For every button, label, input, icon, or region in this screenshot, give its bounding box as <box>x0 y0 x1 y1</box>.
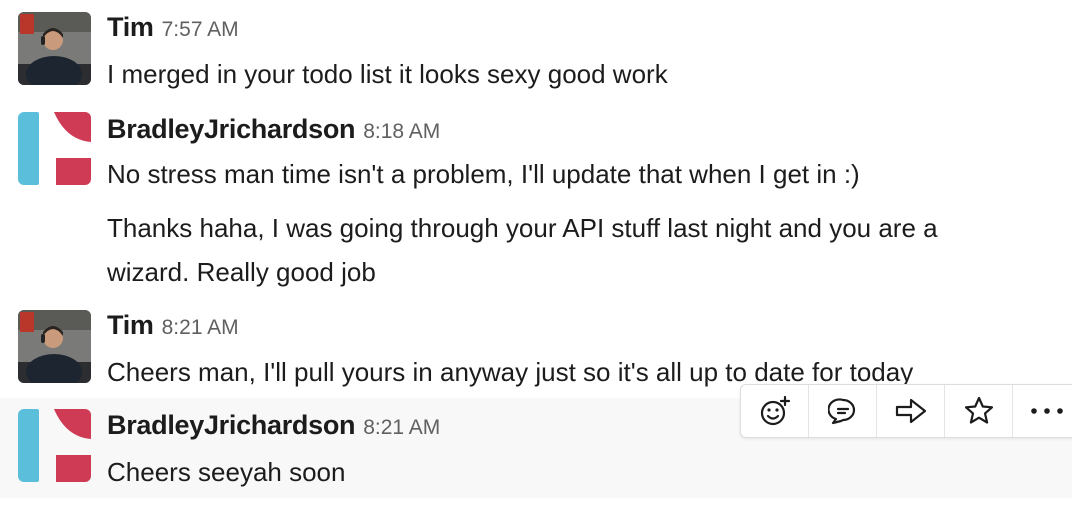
sender-name[interactable]: BradleyJrichardson <box>107 114 356 144</box>
share-message-button[interactable] <box>877 385 945 437</box>
more-actions-icon <box>1031 408 1063 414</box>
user-photo-icon <box>18 12 91 85</box>
avatar[interactable] <box>18 409 91 482</box>
user-logo-icon <box>18 112 91 185</box>
message-item[interactable]: Thanks haha, I was going through your AP… <box>0 200 1072 300</box>
add-reaction-icon <box>760 395 790 426</box>
user-photo-icon <box>18 310 91 383</box>
reply-in-thread-icon <box>827 398 855 425</box>
sender-name[interactable]: BradleyJrichardson <box>107 410 356 440</box>
add-reaction-button[interactable] <box>741 385 809 437</box>
message-timestamp[interactable]: 7:57 AM <box>162 18 239 41</box>
save-message-button[interactable] <box>945 385 1013 437</box>
sender-name[interactable]: Tim <box>107 12 154 42</box>
reply-in-thread-button[interactable] <box>809 385 877 437</box>
save-star-icon <box>964 396 993 424</box>
message-text: Thanks haha, I was going through your AP… <box>107 213 938 243</box>
message-actions-toolbar <box>740 384 1072 438</box>
avatar[interactable] <box>18 112 91 185</box>
message-timestamp[interactable]: 8:21 AM <box>363 416 440 439</box>
message-timestamp[interactable]: 8:21 AM <box>162 316 239 339</box>
avatar[interactable] <box>18 12 91 85</box>
message-text: wizard. Really good job <box>107 257 376 287</box>
message-timestamp[interactable]: 8:18 AM <box>363 120 440 143</box>
more-actions-button[interactable] <box>1013 385 1072 437</box>
share-message-icon <box>895 398 926 424</box>
sender-name[interactable]: Tim <box>107 310 154 340</box>
message-text: I merged in your todo list it looks sexy… <box>107 59 668 89</box>
message-item[interactable]: BradleyJrichardson 8:18 AM No stress man … <box>0 100 1072 200</box>
message-text: Cheers seeyah soon <box>107 457 346 487</box>
message-text: No stress man time isn't a problem, I'll… <box>107 159 860 189</box>
user-logo-icon <box>18 409 91 482</box>
avatar[interactable] <box>18 310 91 383</box>
message-item[interactable]: Tim 7:57 AM I merged in your todo list it… <box>0 0 1072 96</box>
message-text: Cheers man, I'll pull yours in anyway ju… <box>107 357 914 387</box>
